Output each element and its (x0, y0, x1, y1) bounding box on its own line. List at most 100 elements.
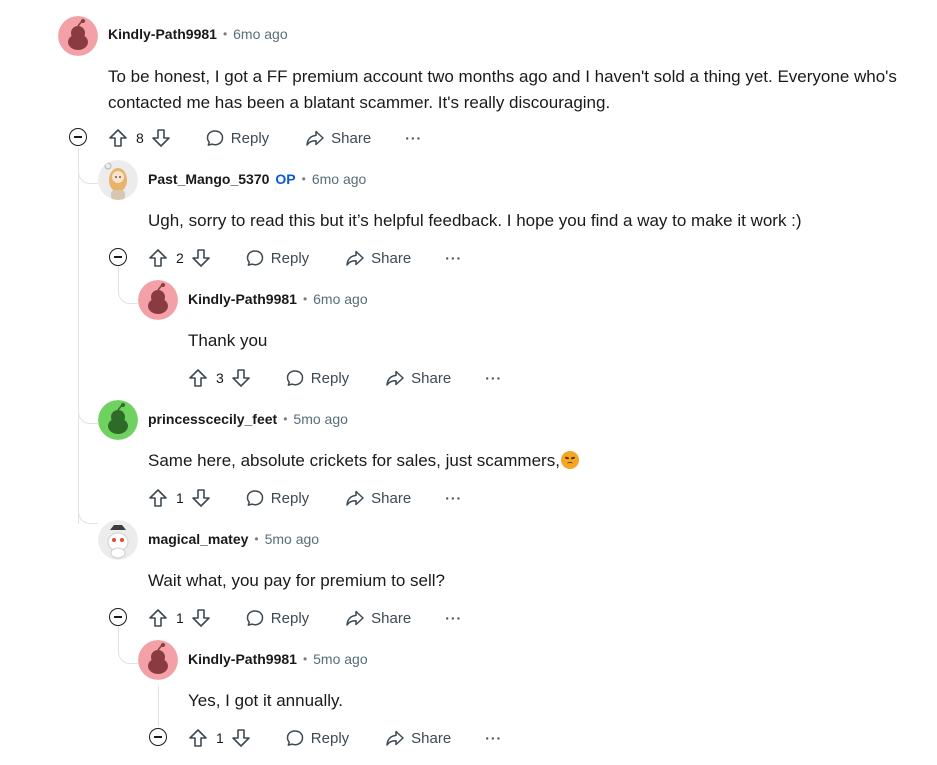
reply-button[interactable]: Reply (285, 368, 349, 388)
share-arrow-icon (385, 728, 405, 748)
more-options-button[interactable]: ··· (405, 130, 422, 146)
reply-label: Reply (270, 249, 310, 267)
timestamp[interactable]: 6mo ago (233, 26, 287, 42)
op-badge: OP (275, 171, 296, 187)
downvote-icon[interactable] (231, 368, 251, 388)
more-options-button[interactable]: ··· (485, 730, 502, 746)
collapse-button[interactable] (109, 608, 127, 626)
comment-line: contacted me has been a blatant scammer.… (108, 93, 611, 112)
share-button[interactable]: Share (345, 488, 411, 508)
avatar[interactable] (98, 400, 138, 440)
comment-meta: magical_matey • 5mo ago (148, 529, 319, 549)
separator-dot: • (302, 292, 308, 306)
timestamp[interactable]: 5mo ago (293, 411, 347, 427)
reply-button[interactable]: Reply (285, 728, 349, 748)
snoo-avatar-icon (138, 640, 178, 680)
more-options-button[interactable]: ··· (445, 490, 462, 506)
comment-line: Thank you (188, 331, 268, 350)
reply-label: Reply (270, 489, 310, 507)
share-button[interactable]: Share (385, 368, 451, 388)
timestamp[interactable]: 6mo ago (312, 171, 366, 187)
vote-score: 3 (216, 370, 224, 386)
upvote-icon[interactable] (188, 368, 208, 388)
reply-button[interactable]: Reply (245, 488, 309, 508)
comment-actions: 1 Reply Share ··· (188, 722, 502, 754)
comment-body: Wait what, you pay for premium to sell? (148, 568, 445, 594)
author-name[interactable]: magical_matey (148, 531, 248, 547)
separator-dot: • (283, 412, 288, 426)
vote-group: 2 (148, 248, 211, 268)
custom-avatar-icon (98, 160, 138, 200)
more-options-button[interactable]: ··· (445, 610, 462, 626)
speech-bubble-icon (285, 368, 305, 388)
downvote-icon[interactable] (191, 488, 211, 508)
timestamp[interactable]: 5mo ago (313, 651, 367, 667)
share-button[interactable]: Share (345, 608, 411, 628)
reply-label: Reply (270, 609, 310, 627)
upvote-icon[interactable] (188, 728, 208, 748)
downvote-icon[interactable] (151, 128, 171, 148)
share-label: Share (411, 369, 452, 387)
reply-label: Reply (310, 369, 350, 387)
author-name[interactable]: Kindly-Path9981 (108, 26, 217, 42)
separator-dot: • (302, 652, 308, 666)
thread-line-root (78, 148, 79, 524)
collapse-button[interactable] (149, 728, 167, 746)
thread-curve-5 (118, 640, 138, 664)
vote-group: 1 (148, 488, 211, 508)
share-button[interactable]: Share (385, 728, 451, 748)
share-button[interactable]: Share (345, 248, 411, 268)
comment-body: Same here, absolute crickets for sales, … (148, 448, 579, 474)
share-button[interactable]: Share (305, 128, 371, 148)
author-name[interactable]: Past_Mango_5370 (148, 171, 269, 187)
share-label: Share (331, 129, 372, 147)
vote-score: 1 (176, 610, 184, 626)
speech-bubble-icon (285, 728, 305, 748)
avatar[interactable] (58, 16, 98, 56)
timestamp[interactable]: 6mo ago (313, 291, 367, 307)
comment-line: Same here, absolute crickets for sales, … (148, 448, 579, 474)
comment-actions: 2 Reply Share ··· (148, 242, 462, 274)
upvote-icon[interactable] (148, 488, 168, 508)
disappointed-face-emoji-icon (560, 451, 579, 469)
avatar[interactable] (98, 160, 138, 200)
reply-button[interactable]: Reply (245, 608, 309, 628)
author-name[interactable]: Kindly-Path9981 (188, 651, 297, 667)
speech-bubble-icon (245, 608, 265, 628)
comment-meta: Kindly-Path9981 • 6mo ago (188, 289, 368, 309)
avatar[interactable] (138, 640, 178, 680)
share-label: Share (371, 249, 412, 267)
avatar[interactable] (98, 520, 138, 560)
separator-dot: • (254, 532, 259, 546)
share-label: Share (371, 609, 412, 627)
separator-dot: • (222, 27, 228, 41)
author-name[interactable]: princesscecily_feet (148, 411, 277, 427)
collapse-button[interactable] (69, 128, 87, 146)
reply-button[interactable]: Reply (245, 248, 309, 268)
more-options-button[interactable]: ··· (485, 370, 502, 386)
timestamp[interactable]: 5mo ago (265, 531, 319, 547)
upvote-icon[interactable] (148, 608, 168, 628)
vote-score: 1 (176, 490, 184, 506)
collapse-button[interactable] (109, 248, 127, 266)
comment-body: Thank you (188, 328, 267, 354)
downvote-icon[interactable] (231, 728, 251, 748)
share-arrow-icon (345, 248, 365, 268)
separator-dot: • (301, 172, 306, 186)
share-arrow-icon (305, 128, 325, 148)
more-options-button[interactable]: ··· (445, 250, 462, 266)
reply-button[interactable]: Reply (205, 128, 269, 148)
comment-line: Yes, I got it annually. (188, 691, 343, 710)
vote-score: 1 (216, 730, 224, 746)
upvote-icon[interactable] (148, 248, 168, 268)
author-name[interactable]: Kindly-Path9981 (188, 291, 297, 307)
downvote-icon[interactable] (191, 608, 211, 628)
avatar[interactable] (138, 280, 178, 320)
vote-group: 1 (148, 608, 211, 628)
comment-line: To be honest, I got a FF premium account… (108, 67, 897, 86)
reply-label: Reply (310, 729, 350, 747)
upvote-icon[interactable] (108, 128, 128, 148)
downvote-icon[interactable] (191, 248, 211, 268)
comment-body: Yes, I got it annually. (188, 688, 343, 714)
snoo-avatar-icon (138, 280, 178, 320)
